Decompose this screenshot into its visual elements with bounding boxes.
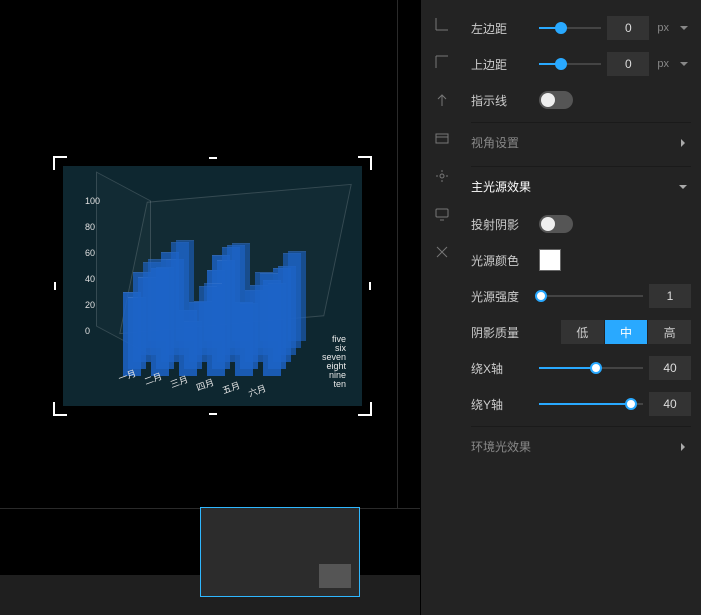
- guide-line-label: 指示线: [471, 92, 533, 109]
- shadow-quality-segmented: 低 中 高: [561, 320, 691, 344]
- resize-handle-top[interactable]: [209, 157, 217, 159]
- guide-line-toggle[interactable]: [539, 91, 573, 109]
- shadow-quality-mid[interactable]: 中: [604, 320, 648, 344]
- monitor-icon: [432, 204, 452, 224]
- view-settings-row[interactable]: 视角设置: [471, 122, 691, 162]
- rotate-y-slider[interactable]: [539, 396, 643, 412]
- left-margin-row: 左边距 px: [471, 10, 691, 46]
- chevron-down-icon: [675, 179, 691, 195]
- margin-top-icon: [432, 52, 452, 72]
- resize-handle-bl[interactable]: [53, 402, 67, 416]
- light-icon: [432, 166, 452, 186]
- viewport-indicator[interactable]: [319, 564, 351, 588]
- left-margin-slider[interactable]: [539, 20, 601, 36]
- margin-left-icon: [432, 14, 452, 34]
- main-light-row[interactable]: 主光源效果: [471, 166, 691, 206]
- resize-handle-tl[interactable]: [53, 156, 67, 170]
- shadow-quality-label: 阴影质量: [471, 324, 533, 341]
- icon-rail: [421, 0, 463, 615]
- left-margin-unit-dropdown[interactable]: [677, 21, 691, 35]
- properties-panel: 左边距 px 上边距 px 指示线 视角设置: [420, 0, 701, 615]
- resize-handle-right[interactable]: [369, 282, 371, 290]
- resize-handle-br[interactable]: [358, 402, 372, 416]
- selection-frame[interactable]: 020406080100 一月二月三月四月五月六月 fivesixsevenei…: [55, 158, 370, 414]
- rotate-y-row: 绕Y轴: [471, 386, 691, 422]
- shadow-quality-row: 阴影质量 低 中 高: [471, 314, 691, 350]
- left-margin-unit: px: [657, 22, 669, 34]
- chevron-right-icon: [675, 439, 691, 455]
- arrow-up-icon: [432, 90, 452, 110]
- ambient-light-label: 环境光效果: [471, 438, 533, 455]
- resize-handle-tr[interactable]: [358, 156, 372, 170]
- cast-shadow-toggle[interactable]: [539, 215, 573, 233]
- top-margin-unit-dropdown[interactable]: [677, 57, 691, 71]
- chevron-right-icon: [675, 135, 691, 151]
- rotate-x-row: 绕X轴: [471, 350, 691, 386]
- top-margin-input[interactable]: [607, 52, 649, 76]
- rotate-x-label: 绕X轴: [471, 360, 533, 377]
- rotate-x-slider[interactable]: [539, 360, 643, 376]
- light-intensity-slider[interactable]: [539, 288, 643, 304]
- main-light-label: 主光源效果: [471, 178, 531, 195]
- cast-shadow-label: 投射阴影: [471, 216, 533, 233]
- rotate-y-label: 绕Y轴: [471, 396, 533, 413]
- cast-shadow-row: 投射阴影: [471, 206, 691, 242]
- tools-icon: [432, 242, 452, 262]
- ambient-light-row[interactable]: 环境光效果: [471, 426, 691, 466]
- top-margin-unit: px: [657, 58, 669, 70]
- rotate-y-input[interactable]: [649, 392, 691, 416]
- resize-handle-left[interactable]: [54, 282, 56, 290]
- light-intensity-input[interactable]: [649, 284, 691, 308]
- canvas-area[interactable]: 020406080100 一月二月三月四月五月六月 fivesixsevenei…: [0, 0, 420, 615]
- light-intensity-row: 光源强度: [471, 278, 691, 314]
- top-margin-row: 上边距 px: [471, 46, 691, 82]
- guide-line-row: 指示线: [471, 82, 691, 118]
- resize-handle-bottom[interactable]: [209, 413, 217, 415]
- light-color-row: 光源颜色: [471, 242, 691, 278]
- rotate-x-input[interactable]: [649, 356, 691, 380]
- top-margin-label: 上边距: [471, 56, 533, 73]
- light-color-swatch[interactable]: [539, 249, 561, 271]
- thumbnail-navigator[interactable]: [200, 507, 360, 597]
- left-margin-label: 左边距: [471, 20, 533, 37]
- shadow-quality-high[interactable]: 高: [647, 320, 691, 344]
- view-settings-label: 视角设置: [471, 134, 533, 151]
- shadow-quality-low[interactable]: 低: [561, 320, 604, 344]
- left-margin-input[interactable]: [607, 16, 649, 40]
- view-icon: [432, 128, 452, 148]
- light-intensity-label: 光源强度: [471, 288, 533, 305]
- light-color-label: 光源颜色: [471, 252, 533, 269]
- top-margin-slider[interactable]: [539, 56, 601, 72]
- chart-preview[interactable]: 020406080100 一月二月三月四月五月六月 fivesixsevenei…: [63, 166, 362, 406]
